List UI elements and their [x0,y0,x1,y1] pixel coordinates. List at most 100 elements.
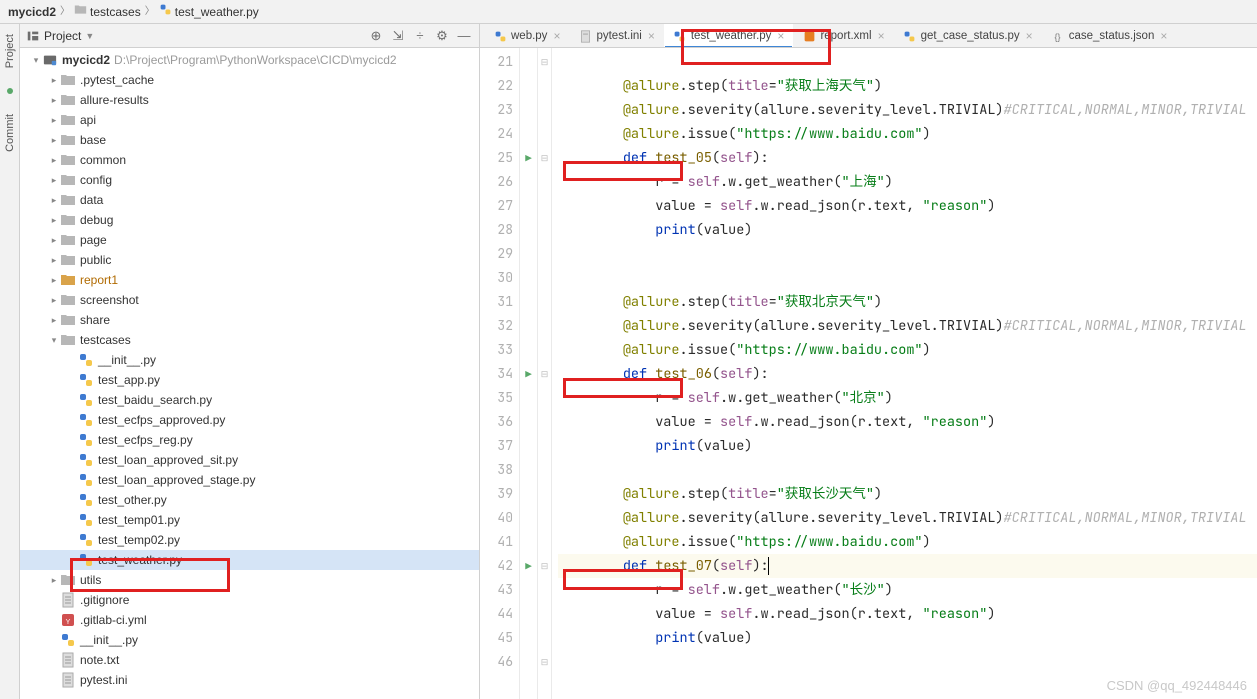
line-number[interactable]: 40 [480,506,513,530]
expand-icon[interactable]: ▸ [48,310,60,330]
code-line[interactable]: @allure.issue("https://www.baidu.com") [558,122,1257,146]
hide-panel-icon[interactable]: — [455,27,473,45]
code-line[interactable]: r = self.w.get_weather("长沙") [558,578,1257,602]
tree-item[interactable]: __init__.py [20,350,479,370]
line-number[interactable]: 35 [480,386,513,410]
line-number-gutter[interactable]: 2122232425262728293031323334353637383940… [480,48,520,699]
tree-item[interactable]: ▸share [20,310,479,330]
code-line[interactable]: @allure.severity(allure.severity_level.T… [558,506,1257,530]
run-marker[interactable]: ▶ [520,146,537,170]
expand-icon[interactable]: ▸ [48,210,60,230]
tree-item[interactable]: ▸api [20,110,479,130]
expand-icon[interactable]: ▸ [48,190,60,210]
expand-icon[interactable]: ▸ [48,130,60,150]
tree-item[interactable]: test_ecfps_reg.py [20,430,479,450]
code-line[interactable]: print(value) [558,218,1257,242]
close-icon[interactable]: × [1160,29,1167,43]
expand-icon[interactable]: ▸ [48,70,60,90]
line-number[interactable]: 37 [480,434,513,458]
tree-item[interactable]: test_other.py [20,490,479,510]
tree-root[interactable]: ▾ mycicd2 D:\Project\Program\PythonWorks… [20,50,479,70]
expand-icon[interactable]: ▸ [48,290,60,310]
expand-icon[interactable]: ▸ [48,110,60,130]
line-number[interactable]: 36 [480,410,513,434]
code-line[interactable]: value = self.w.read_json(r.text, "reason… [558,194,1257,218]
line-number[interactable]: 31 [480,290,513,314]
breadcrumb-root[interactable]: mycicd2 [8,0,56,24]
tree-item[interactable]: .gitignore [20,590,479,610]
code-line[interactable]: def test_05(self): [558,146,1257,170]
line-number[interactable]: 39 [480,482,513,506]
line-number[interactable]: 29 [480,242,513,266]
project-panel-title[interactable]: Project ▼ [26,29,94,43]
tree-item[interactable]: __init__.py [20,630,479,650]
expand-icon[interactable]: ▸ [48,90,60,110]
close-icon[interactable]: × [777,29,784,43]
expand-all-icon[interactable]: ⇲ [389,27,407,45]
code-line[interactable]: def test_06(self): [558,362,1257,386]
tree-item[interactable]: ▸public [20,250,479,270]
code-line[interactable]: @allure.severity(allure.severity_level.T… [558,98,1257,122]
code-line[interactable]: print(value) [558,626,1257,650]
tree-item[interactable]: ▸base [20,130,479,150]
editor-tab[interactable]: {}case_status.json× [1042,24,1177,47]
code-line[interactable]: r = self.w.get_weather("上海") [558,170,1257,194]
run-marker[interactable]: ▶ [520,362,537,386]
code-line[interactable] [558,242,1257,266]
line-number[interactable]: 38 [480,458,513,482]
code-line[interactable]: value = self.w.read_json(r.text, "reason… [558,602,1257,626]
tree-item[interactable]: ▸page [20,230,479,250]
code-line[interactable]: @allure.issue("https://www.baidu.com") [558,530,1257,554]
fold-gutter[interactable]: ⊟⊟⊟⊟⊟ [538,48,552,699]
breadcrumb-folder[interactable]: testcases [74,0,141,24]
close-icon[interactable]: × [553,29,560,43]
code-line[interactable]: @allure.step(title="获取长沙天气") [558,482,1257,506]
code-line[interactable]: @allure.step(title="获取上海天气") [558,74,1257,98]
code-line[interactable]: @allure.severity(allure.severity_level.T… [558,314,1257,338]
line-number[interactable]: 22 [480,74,513,98]
fold-marker[interactable]: ⊟ [538,650,551,674]
tree-item[interactable]: test_app.py [20,370,479,390]
code-line[interactable] [558,266,1257,290]
expand-icon[interactable]: ▸ [48,570,60,590]
code-line[interactable]: @allure.issue("https://www.baidu.com") [558,338,1257,362]
code-line[interactable] [558,650,1257,674]
line-number[interactable]: 44 [480,602,513,626]
expand-icon[interactable]: ▸ [48,150,60,170]
tree-item[interactable]: Y.gitlab-ci.yml [20,610,479,630]
fold-marker[interactable]: ⊟ [538,50,551,74]
expand-icon[interactable]: ▸ [48,170,60,190]
line-number[interactable]: 27 [480,194,513,218]
code-editor[interactable]: 2122232425262728293031323334353637383940… [480,48,1257,699]
expand-icon[interactable]: ▸ [48,230,60,250]
tree-item[interactable]: ▸allure-results [20,90,479,110]
tree-item[interactable]: ▸report1 [20,270,479,290]
tree-item[interactable]: ▸.pytest_cache [20,70,479,90]
tool-project[interactable]: Project [4,34,16,68]
code-line[interactable]: @allure.step(title="获取北京天气") [558,290,1257,314]
editor-tab[interactable]: get_case_status.py× [894,24,1042,47]
editor-tab[interactable]: report.xml× [793,24,893,47]
tree-item[interactable]: test_loan_approved_stage.py [20,470,479,490]
line-number[interactable]: 21 [480,50,513,74]
tree-item[interactable]: ▸common [20,150,479,170]
tree-item[interactable]: note.txt [20,650,479,670]
line-number[interactable]: 46 [480,650,513,674]
tree-item[interactable]: test_weather.py [20,550,479,570]
editor-tab[interactable]: pytest.ini× [569,24,663,47]
line-number[interactable]: 24 [480,122,513,146]
code-content[interactable]: @allure.step(title="获取上海天气") @allure.sev… [552,48,1257,699]
close-icon[interactable]: × [878,29,885,43]
line-number[interactable]: 43 [480,578,513,602]
fold-marker[interactable]: ⊟ [538,554,551,578]
line-number[interactable]: 25 [480,146,513,170]
tree-item[interactable]: ▸debug [20,210,479,230]
expand-icon[interactable]: ▸ [48,270,60,290]
fold-marker[interactable]: ⊟ [538,146,551,170]
gear-icon[interactable]: ⚙ [433,27,451,45]
collapse-all-icon[interactable]: ÷ [411,27,429,45]
line-number[interactable]: 33 [480,338,513,362]
expand-icon[interactable]: ▾ [48,330,60,350]
tree-item[interactable]: test_temp01.py [20,510,479,530]
line-number[interactable]: 32 [480,314,513,338]
